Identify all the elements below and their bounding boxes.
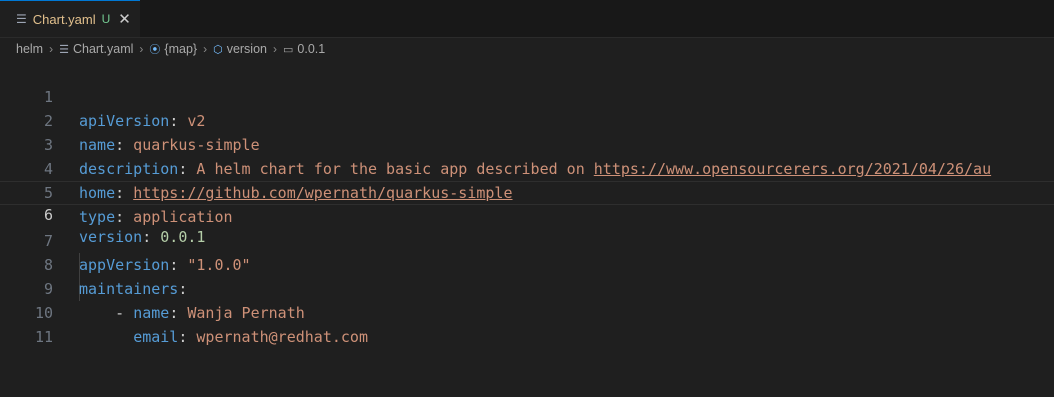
cube-icon: ⬡	[213, 43, 223, 56]
breadcrumb-item-version[interactable]: version	[227, 42, 267, 56]
yaml-value: wpernath@redhat.com	[187, 328, 368, 346]
chevron-right-icon: ›	[272, 42, 277, 56]
close-icon[interactable]: ✕	[118, 10, 131, 28]
breadcrumb-item-value[interactable]: 0.0.1	[297, 42, 325, 56]
breadcrumb-item-map[interactable]: {map}	[164, 42, 197, 56]
git-status-badge: U	[101, 12, 111, 26]
code-line: 10 email: wpernath@redhat.com	[0, 277, 1054, 346]
lines-icon: ☰	[16, 12, 27, 26]
code-line: 7 appVersion: "1.0.0"	[0, 205, 1054, 274]
code-line: 4 home: https://github.com/wpernath/quar…	[0, 133, 1054, 202]
tab-filename: Chart.yaml	[32, 11, 96, 27]
code-line: 1 apiVersion: v2	[0, 61, 1054, 130]
code-line: 9 - name: Wanja Pernath	[0, 253, 1054, 322]
code-editor[interactable]: 1 apiVersion: v2 2 name: quarkus-simple …	[0, 61, 1054, 346]
lines-icon: ☰	[59, 43, 69, 56]
breadcrumb: helm › ☰ Chart.yaml › ⦿ {map} › ⬡ versio…	[0, 37, 1054, 61]
code-line: 8 maintainers:	[0, 229, 1054, 298]
code-line: 3 description: A helm chart for the basi…	[0, 109, 1054, 178]
line-number: 11	[34, 328, 53, 346]
chevron-right-icon: ›	[49, 42, 54, 56]
object-map-icon: ⦿	[149, 44, 161, 56]
chevron-right-icon: ›	[139, 42, 144, 56]
chevron-right-icon: ›	[203, 42, 208, 56]
yaml-key: email	[133, 328, 179, 346]
yaml-indent	[79, 328, 133, 346]
breadcrumb-item-helm[interactable]: helm	[16, 42, 43, 56]
tab-chart-yaml[interactable]: ☰ Chart.yaml U ✕	[0, 0, 140, 37]
string-icon: ▭	[282, 43, 294, 56]
code-line-current: 6 version: 0.0.1	[0, 181, 1054, 246]
code-line: 2 name: quarkus-simple	[0, 85, 1054, 154]
code-line: 5 type: application	[0, 157, 1054, 226]
tab-bar: ☰ Chart.yaml U ✕	[0, 0, 1054, 38]
code-line: 11	[0, 301, 1054, 346]
breadcrumb-item-file[interactable]: Chart.yaml	[73, 42, 133, 56]
